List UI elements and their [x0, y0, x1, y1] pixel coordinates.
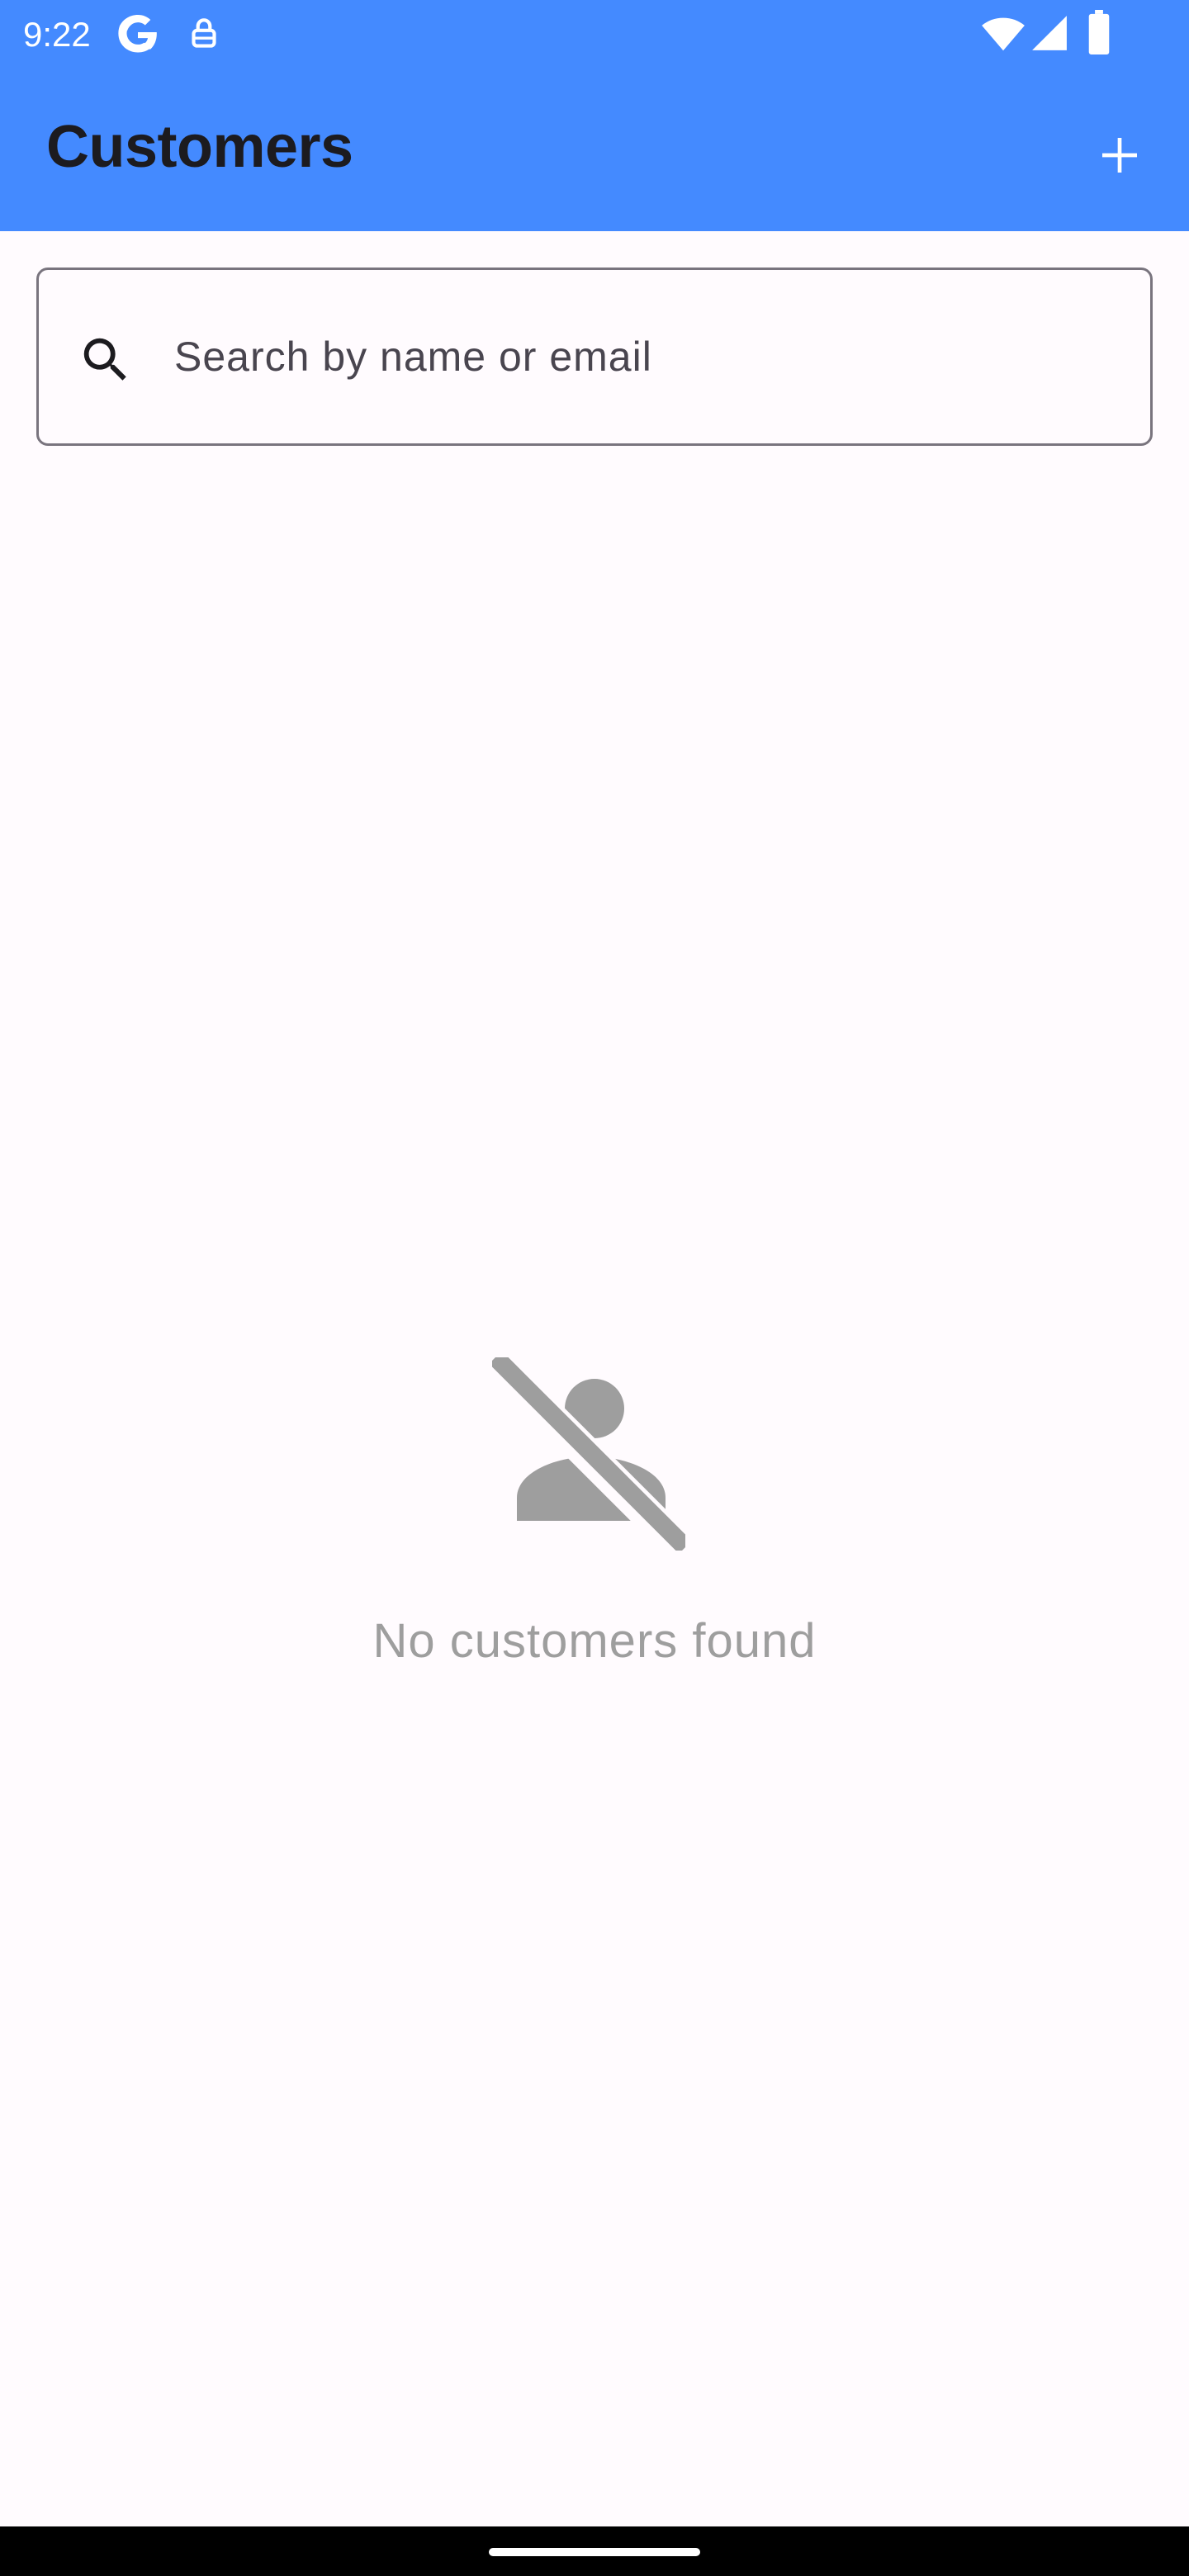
battery-icon: [1087, 10, 1111, 59]
gesture-handle[interactable]: [489, 2548, 700, 2556]
page-title: Customers: [46, 114, 353, 180]
wifi-icon: [981, 13, 1026, 59]
google-g-icon: [116, 12, 160, 60]
plus-icon: [1102, 138, 1137, 173]
status-time: 9:22: [23, 15, 91, 54]
add-customer-button[interactable]: [1087, 122, 1153, 188]
top-app-bar: 9:22 Customers: [0, 0, 1189, 231]
person-off-icon: [480, 1347, 696, 1563]
empty-state-message: No customers found: [372, 1614, 817, 1668]
vpn-key-icon: [183, 13, 225, 59]
cellular-signal-icon: [1030, 13, 1068, 57]
status-bar: 9:22: [0, 0, 1189, 69]
search-field[interactable]: [36, 268, 1153, 446]
search-icon: [77, 331, 135, 389]
navigation-bar: [0, 2526, 1189, 2576]
search-input[interactable]: [174, 320, 1116, 394]
